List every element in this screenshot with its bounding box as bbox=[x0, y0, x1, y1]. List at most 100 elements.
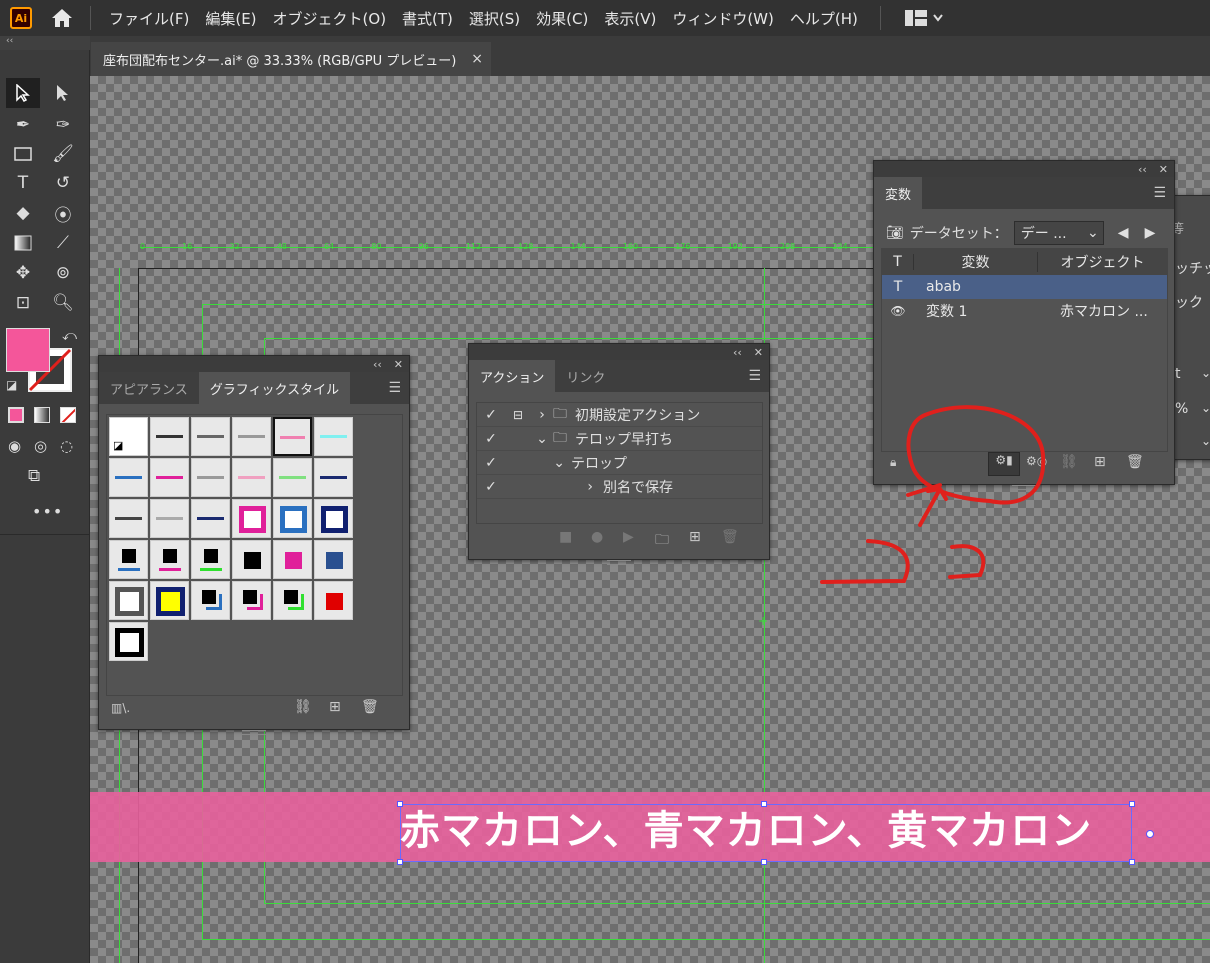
style-library-icon[interactable]: ▥\. bbox=[111, 701, 130, 715]
graphic-style-swatch[interactable] bbox=[232, 581, 271, 620]
panel-resize-grip[interactable] bbox=[242, 730, 266, 735]
rotate-tool-icon[interactable]: ↺ bbox=[46, 168, 80, 198]
zoom-tool-icon[interactable]: 🔍︎ bbox=[46, 288, 80, 318]
collapse-icon[interactable]: ‹‹ bbox=[733, 346, 742, 359]
selection-handle[interactable] bbox=[397, 859, 403, 865]
new-set-folder-icon[interactable]: 🗀 bbox=[655, 529, 669, 553]
variable-column-header[interactable]: 変数 bbox=[914, 252, 1038, 272]
next-dataset-icon[interactable]: ▶ bbox=[1145, 225, 1156, 241]
new-style-icon[interactable]: ⊞ bbox=[329, 699, 341, 715]
new-variable-icon[interactable]: ⊞ bbox=[1094, 454, 1106, 470]
text-overflow-port[interactable] bbox=[1146, 830, 1154, 838]
chevron-right-icon[interactable]: › bbox=[531, 407, 553, 423]
graphic-style-swatch[interactable] bbox=[191, 581, 230, 620]
home-icon[interactable] bbox=[48, 4, 76, 32]
graphic-style-swatch[interactable] bbox=[191, 417, 230, 456]
more-tools-icon[interactable]: ••• bbox=[32, 502, 63, 521]
tab-actions[interactable]: アクション bbox=[469, 360, 556, 392]
artboard-tool-icon[interactable]: ⊡ bbox=[6, 288, 40, 318]
menu-view[interactable]: 表示(V) bbox=[596, 8, 664, 29]
fill-color-swatch-front[interactable] bbox=[6, 328, 50, 372]
variable-row[interactable]: 👁︎ 変数 1 赤マカロン ... bbox=[882, 299, 1167, 323]
graphic-style-swatch[interactable] bbox=[150, 417, 189, 456]
graphic-style-swatch[interactable] bbox=[273, 540, 312, 579]
puppet-warp-tool-icon[interactable]: ✥ bbox=[6, 258, 40, 288]
tab-graphic-styles[interactable]: グラフィックスタイル bbox=[198, 372, 351, 404]
menu-type[interactable]: 書式(T) bbox=[394, 8, 461, 29]
graphic-style-swatch[interactable] bbox=[191, 499, 230, 538]
warp-tool-icon[interactable]: ⦿ bbox=[46, 198, 80, 228]
chevron-down-icon[interactable]: ⌄ bbox=[531, 455, 571, 471]
gradient-tool-icon[interactable] bbox=[6, 228, 40, 258]
camera-icon[interactable]: 📷︎ bbox=[886, 225, 904, 241]
break-link-icon[interactable]: ⛓ bbox=[294, 699, 312, 715]
graphic-style-swatch[interactable] bbox=[150, 458, 189, 497]
gradient-mode-icon[interactable] bbox=[34, 407, 50, 423]
graphic-style-swatch[interactable] bbox=[273, 458, 312, 497]
toolbar-collapse-icon[interactable]: ‹‹ bbox=[0, 36, 90, 50]
selection-handle[interactable] bbox=[397, 801, 403, 807]
workspace-switcher-button[interactable] bbox=[904, 10, 943, 26]
panel-menu-icon[interactable]: ☰ bbox=[388, 380, 401, 396]
graphic-style-swatch[interactable] bbox=[150, 581, 189, 620]
menu-help[interactable]: ヘルプ(H) bbox=[782, 8, 866, 29]
selection-tool-icon[interactable] bbox=[6, 78, 40, 108]
eyedropper-tool-icon[interactable]: ⟋ bbox=[46, 228, 80, 258]
action-row[interactable]: ✓ ⌄ 🗀 テロップ早打ち bbox=[477, 427, 762, 451]
direct-selection-tool-icon[interactable] bbox=[46, 78, 80, 108]
check-icon[interactable]: ✓ bbox=[477, 455, 505, 471]
graphic-style-swatch[interactable] bbox=[314, 458, 353, 497]
graphic-style-swatch[interactable] bbox=[232, 540, 271, 579]
graphic-style-swatch[interactable] bbox=[191, 540, 230, 579]
menu-select[interactable]: 選択(S) bbox=[461, 8, 528, 29]
chevron-right-icon[interactable]: › bbox=[531, 479, 603, 495]
stop-icon[interactable]: ■ bbox=[559, 529, 572, 545]
close-icon[interactable]: × bbox=[471, 51, 483, 67]
action-row[interactable]: ✓ ⊟ › 🗀 初期設定アクション bbox=[477, 403, 762, 427]
graphic-style-swatch[interactable]: ◪ bbox=[109, 417, 148, 456]
menu-edit[interactable]: 編集(E) bbox=[197, 8, 264, 29]
dialog-toggle-icon[interactable]: ⊟ bbox=[505, 408, 531, 422]
shape-builder-tool-icon[interactable]: ⊚ bbox=[46, 258, 80, 288]
graphic-style-swatch[interactable] bbox=[314, 499, 353, 538]
menu-effect[interactable]: 効果(C) bbox=[528, 8, 596, 29]
graphic-style-swatch[interactable] bbox=[232, 499, 271, 538]
action-row[interactable]: ✓ › 別名で保存 bbox=[477, 475, 762, 499]
panel-menu-icon[interactable]: ☰ bbox=[748, 368, 761, 384]
tab-links[interactable]: リンク bbox=[555, 360, 616, 392]
graphic-style-swatch[interactable] bbox=[314, 581, 353, 620]
paintbrush-tool-icon[interactable]: 🖌 bbox=[46, 139, 80, 169]
action-row[interactable]: ✓ ⌄ テロップ bbox=[477, 451, 762, 475]
selection-handle[interactable] bbox=[761, 859, 767, 865]
play-icon[interactable]: ▶ bbox=[623, 529, 634, 545]
trash-icon[interactable]: 🗑︎ bbox=[1126, 454, 1144, 470]
graphic-style-swatch[interactable] bbox=[150, 540, 189, 579]
graphic-style-swatch[interactable] bbox=[232, 458, 271, 497]
draw-normal-icon[interactable]: ◉ bbox=[8, 437, 21, 455]
record-icon[interactable]: ● bbox=[591, 529, 603, 545]
graphic-style-swatch[interactable] bbox=[191, 458, 230, 497]
trash-icon[interactable]: 🗑︎ bbox=[721, 529, 739, 545]
graphic-style-swatch[interactable] bbox=[109, 540, 148, 579]
graphic-style-swatch[interactable] bbox=[232, 417, 271, 456]
variable-row-selected[interactable]: T abab bbox=[882, 275, 1167, 299]
panel-menu-icon[interactable]: ☰ bbox=[1153, 185, 1166, 201]
collapse-icon[interactable]: ‹‹ bbox=[373, 358, 382, 371]
screen-mode-icon[interactable]: ⧉ bbox=[28, 466, 40, 486]
curvature-tool-icon[interactable]: ✑ bbox=[46, 110, 80, 140]
document-tab[interactable]: 座布団配布センター.ai* @ 33.33% (RGB/GPU プレビュー) × bbox=[91, 42, 491, 76]
swap-fill-stroke-icon[interactable]: ⤺ bbox=[62, 328, 77, 344]
menu-window[interactable]: ウィンドウ(W) bbox=[664, 8, 782, 29]
check-icon[interactable]: ✓ bbox=[477, 479, 505, 495]
graphic-style-swatch[interactable] bbox=[273, 499, 312, 538]
previous-dataset-icon[interactable]: ◀ bbox=[1118, 225, 1129, 241]
menu-file[interactable]: ファイル(F) bbox=[101, 8, 197, 29]
panel-resize-grip[interactable] bbox=[607, 560, 631, 565]
chevron-down-icon[interactable]: ⌄ bbox=[1201, 401, 1210, 415]
unbind-icon[interactable]: ⛓ bbox=[1060, 454, 1078, 470]
selection-handle[interactable] bbox=[1129, 801, 1135, 807]
default-fill-stroke-icon[interactable]: ◪ bbox=[6, 378, 17, 392]
tab-variables[interactable]: 変数 bbox=[874, 177, 923, 209]
check-icon[interactable]: ✓ bbox=[477, 407, 505, 423]
pen-tool-icon[interactable]: ✒ bbox=[6, 110, 40, 140]
